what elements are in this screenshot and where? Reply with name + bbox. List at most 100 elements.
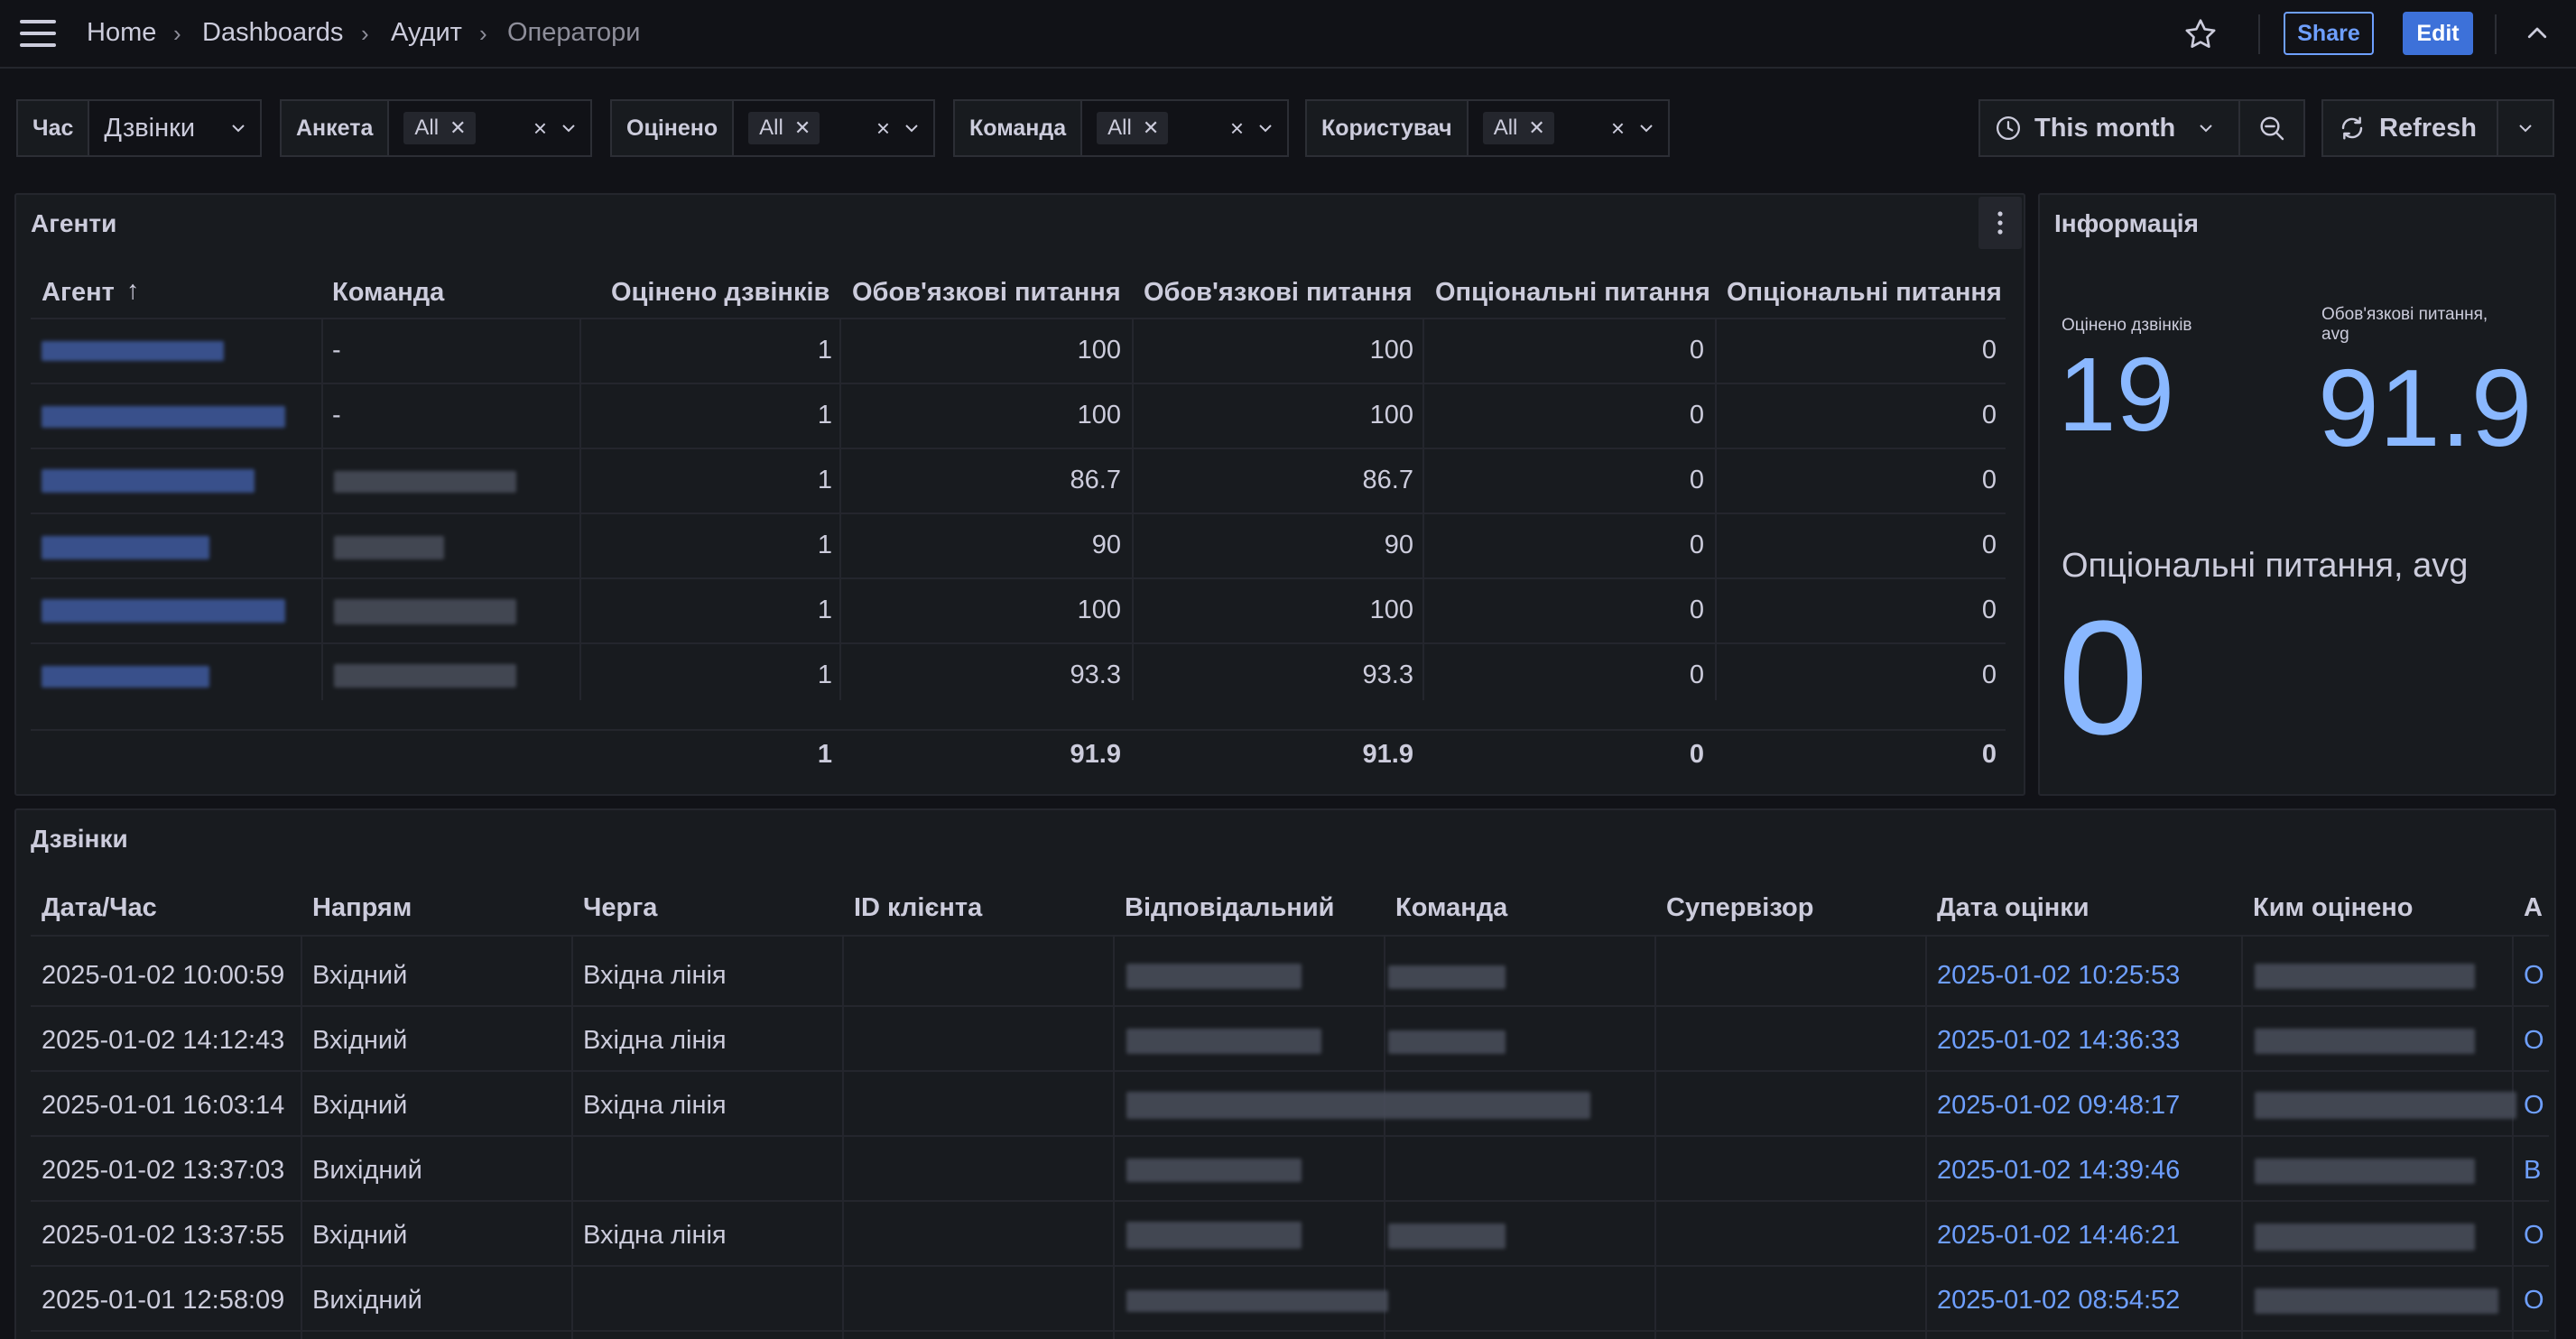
breadcrumb-dashboards[interactable]: Dashboards bbox=[202, 18, 343, 48]
column-header-team[interactable]: Команда bbox=[1395, 893, 1507, 923]
column-header-optional[interactable]: Опціональні питання bbox=[1727, 278, 2002, 308]
table-cell: Вихідний bbox=[312, 1156, 422, 1185]
chevron-down-icon bbox=[232, 125, 245, 133]
zoom-out-icon bbox=[2260, 116, 2284, 141]
table-cell[interactable]: О bbox=[2524, 1221, 2544, 1251]
clear-icon[interactable]: × bbox=[533, 115, 547, 143]
panel-menu-button[interactable] bbox=[1978, 197, 2022, 249]
table-cell: 1 bbox=[817, 466, 832, 494]
table-cell: 100 bbox=[1077, 401, 1121, 429]
column-header-responsible[interactable]: Відповідальний bbox=[1125, 893, 1334, 923]
table-cell: 86.7 bbox=[1070, 466, 1121, 494]
column-header-datetime[interactable]: Дата/Час bbox=[42, 893, 157, 923]
table-cell: 1 bbox=[817, 596, 832, 624]
evaluator-redacted bbox=[2255, 1092, 2516, 1119]
evaluator-redacted bbox=[2255, 1029, 2475, 1054]
table-cell: 2025-01-02 14:12:43 bbox=[42, 1026, 285, 1055]
team-redacted bbox=[1388, 965, 1506, 989]
divider bbox=[2258, 14, 2260, 54]
sort-ascending-icon: ↑ bbox=[126, 276, 140, 305]
eval-date-link[interactable]: 2025-01-02 08:54:52 bbox=[1937, 1286, 2180, 1316]
table-cell: 2025-01-01 16:03:14 bbox=[42, 1091, 285, 1120]
chip-all[interactable]: All ✕ bbox=[403, 112, 476, 144]
eval-date-link[interactable]: 2025-01-02 09:48:17 bbox=[1937, 1091, 2180, 1121]
chip-all[interactable]: All ✕ bbox=[1482, 112, 1554, 144]
column-header-mandatory[interactable]: Обов'язкові питання bbox=[852, 278, 1121, 308]
share-button[interactable]: Share bbox=[2284, 12, 2374, 55]
agent-name-redacted[interactable] bbox=[42, 341, 224, 361]
time-picker-button[interactable]: This month bbox=[1978, 99, 2240, 157]
stat-value: 0 bbox=[2058, 587, 2149, 769]
star-icon[interactable] bbox=[2182, 16, 2219, 52]
footer-cell: 0 bbox=[1689, 740, 1704, 769]
more-vertical-icon bbox=[1997, 211, 2003, 235]
agent-name-redacted[interactable] bbox=[42, 469, 255, 493]
agent-name-redacted[interactable] bbox=[42, 536, 209, 559]
column-header-mandatory[interactable]: Обов'язкові питання bbox=[1144, 278, 1413, 308]
table-cell: 0 bbox=[1981, 596, 1997, 624]
table-cell: 0 bbox=[1981, 401, 1997, 429]
chip-all[interactable]: All ✕ bbox=[748, 112, 820, 144]
zoom-out-button[interactable] bbox=[2238, 99, 2305, 157]
clear-icon[interactable]: × bbox=[876, 115, 890, 143]
variable-user: Користувач All ✕ × bbox=[1305, 99, 1670, 157]
eval-date-link[interactable]: 2025-01-02 10:25:53 bbox=[1937, 961, 2180, 991]
column-header-truncated[interactable]: А bbox=[2524, 893, 2543, 923]
refresh-interval-dropdown[interactable] bbox=[2497, 99, 2554, 157]
responsible-redacted bbox=[1126, 1222, 1302, 1249]
column-header-supervisor[interactable]: Супервізор bbox=[1666, 893, 1813, 923]
time-select[interactable]: Дзвінки bbox=[89, 99, 262, 157]
stat-label: Оцінено дзвінків bbox=[2062, 316, 2192, 335]
top-navbar: Home › Dashboards › Аудит › Оператори Sh… bbox=[0, 0, 2576, 69]
table-cell: 1 bbox=[817, 336, 832, 365]
column-header-agent[interactable]: Агент bbox=[42, 278, 115, 308]
table-cell: 0 bbox=[1689, 336, 1704, 365]
column-header-queue[interactable]: Черга bbox=[583, 893, 657, 923]
table-cell[interactable]: О bbox=[2524, 1091, 2544, 1121]
chevron-up-icon[interactable] bbox=[2522, 20, 2553, 47]
table-cell[interactable]: О bbox=[2524, 961, 2544, 991]
column-header-evaluated-by[interactable]: Ким оцінено bbox=[2253, 893, 2414, 923]
survey-select[interactable]: All ✕ × bbox=[389, 99, 592, 157]
column-header-eval-date[interactable]: Дата оцінки bbox=[1937, 893, 2090, 923]
table-cell[interactable]: О bbox=[2524, 1286, 2544, 1316]
agent-name-redacted[interactable] bbox=[42, 666, 209, 688]
agent-name-redacted[interactable] bbox=[42, 599, 285, 623]
close-icon: ✕ bbox=[449, 116, 467, 139]
evaluated-select[interactable]: All ✕ × bbox=[734, 99, 935, 157]
table-cell: Вихідний bbox=[312, 1286, 422, 1315]
eval-date-link[interactable]: 2025-01-02 14:39:46 bbox=[1937, 1156, 2180, 1186]
eval-date-link[interactable]: 2025-01-02 14:36:33 bbox=[1937, 1026, 2180, 1056]
eval-date-link[interactable]: 2025-01-02 14:46:21 bbox=[1937, 1221, 2180, 1251]
column-header-optional[interactable]: Опціональні питання bbox=[1435, 278, 1710, 308]
column-header-direction[interactable]: Напрям bbox=[312, 893, 412, 923]
column-header-client-id[interactable]: ID клієнта bbox=[854, 893, 982, 923]
panel-title: Агенти bbox=[31, 209, 117, 237]
team-redacted bbox=[334, 536, 444, 559]
breadcrumb-audit[interactable]: Аудит bbox=[391, 18, 462, 48]
column-header-calls[interactable]: Оцінено дзвінків bbox=[611, 278, 829, 308]
footer-cell: 91.9 bbox=[1070, 740, 1121, 769]
column-header-team[interactable]: Команда bbox=[332, 278, 444, 308]
table-cell[interactable]: О bbox=[2524, 1026, 2544, 1056]
menu-icon[interactable] bbox=[20, 20, 56, 47]
chip-all[interactable]: All ✕ bbox=[1097, 112, 1169, 144]
table-cell: 2025-01-02 10:00:59 bbox=[42, 961, 285, 990]
table-cell: 100 bbox=[1369, 336, 1413, 365]
edit-button[interactable]: Edit bbox=[2403, 12, 2473, 55]
chevron-down-icon bbox=[1259, 125, 1272, 133]
clear-icon[interactable]: × bbox=[1230, 115, 1244, 143]
user-select[interactable]: All ✕ × bbox=[1468, 99, 1670, 157]
refresh-button[interactable]: Refresh bbox=[2321, 99, 2498, 157]
agent-name-redacted[interactable] bbox=[42, 406, 285, 428]
evaluator-redacted bbox=[2255, 964, 2475, 989]
table-cell: Вхідний bbox=[312, 1221, 408, 1250]
breadcrumb-home[interactable]: Home bbox=[87, 18, 156, 48]
table-cell[interactable]: В bbox=[2524, 1156, 2541, 1186]
table-cell: 1 bbox=[817, 531, 832, 559]
evaluator-redacted bbox=[2255, 1288, 2498, 1314]
stat-value: 91.9 bbox=[2318, 346, 2533, 469]
team-select[interactable]: All ✕ × bbox=[1082, 99, 1289, 157]
clear-icon[interactable]: × bbox=[1611, 115, 1625, 143]
responsible-redacted bbox=[1126, 1029, 1321, 1054]
